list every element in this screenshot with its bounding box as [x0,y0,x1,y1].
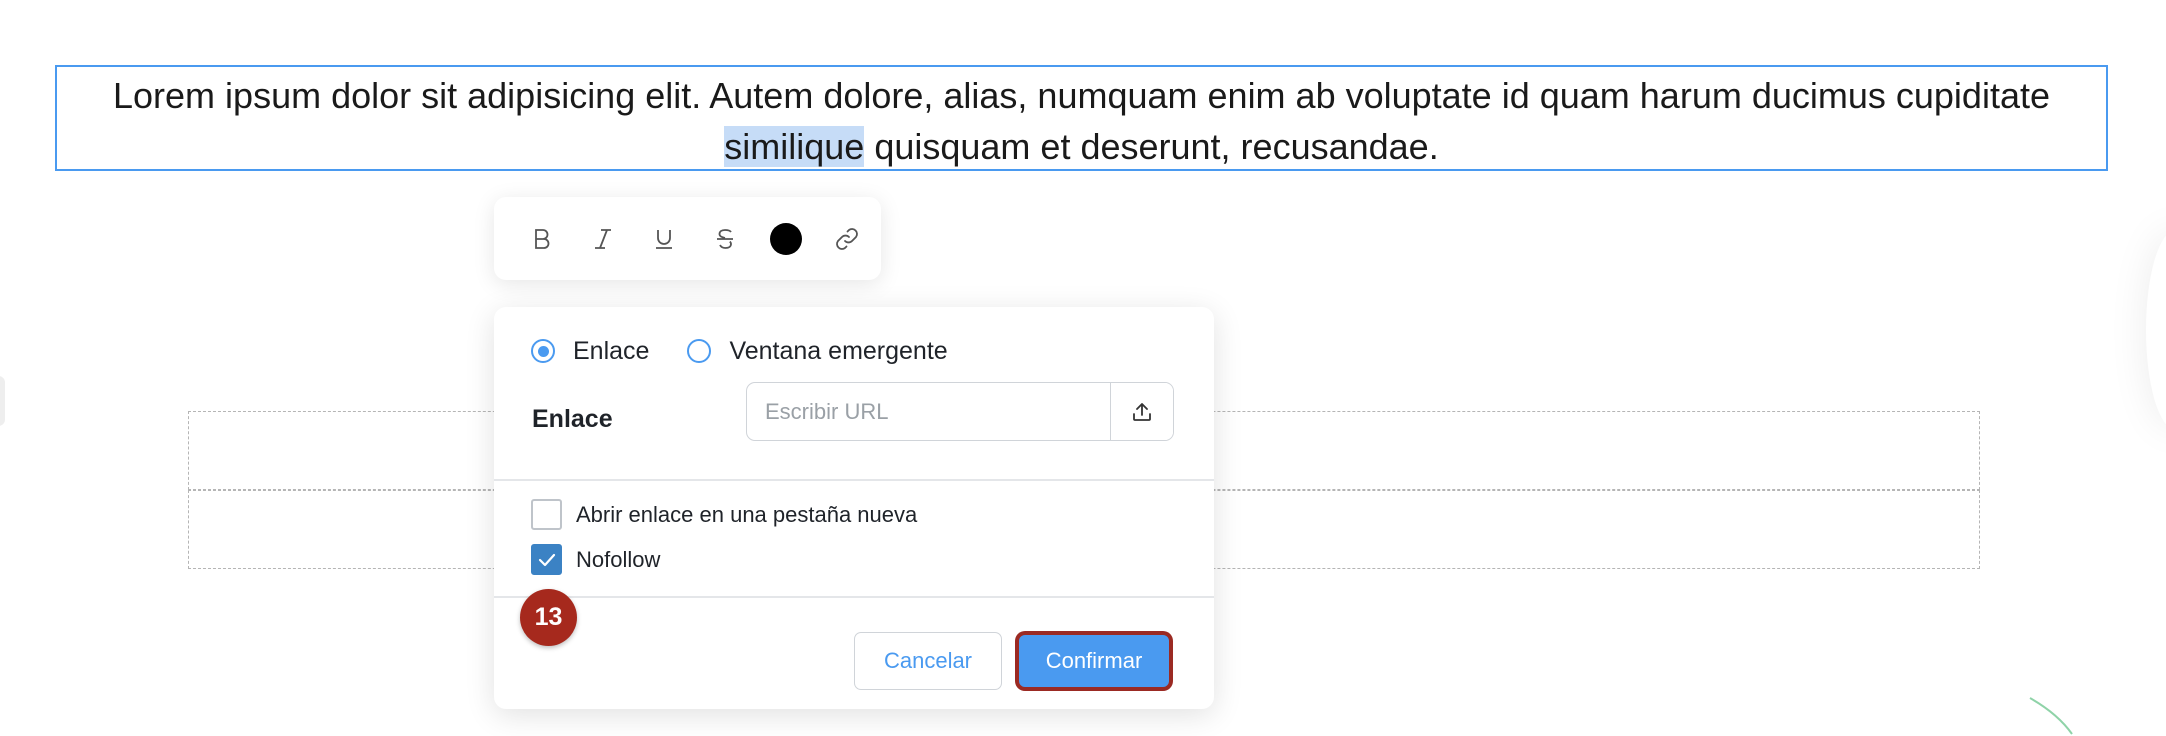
strikethrough-icon[interactable] [704,218,745,259]
nofollow-checkbox[interactable] [531,544,562,575]
url-input[interactable] [747,383,1110,440]
text-block[interactable]: Lorem ipsum dolor sit adipisicing elit. … [55,65,2108,171]
step-badge: 13 [520,589,577,646]
link-type-group: Enlace Ventana emergente [531,329,986,373]
confirm-button[interactable]: Confirmar [1016,632,1172,690]
cancel-button[interactable]: Cancelar [854,632,1002,690]
new-tab-label: Abrir enlace en una pestaña nueva [576,501,918,527]
link-icon[interactable] [826,218,867,259]
decorative-arc [2029,697,2073,735]
side-handle[interactable] [0,376,5,426]
radio-popup-label: Ventana emergente [729,336,948,365]
color-picker[interactable] [765,218,806,259]
check-icon [538,553,555,566]
divider [494,596,1214,598]
format-toolbar [494,197,881,280]
radio-link-label: Enlace [573,336,650,365]
paragraph-text-tail: quisquam et deserunt, recusandae. [864,126,1439,167]
underline-icon[interactable] [643,218,684,259]
text-color-swatch [769,222,802,255]
paragraph-text: Lorem ipsum dolor sit adipisicing elit. … [113,75,2050,116]
side-panel-shadow [2146,230,2166,430]
radio-link[interactable]: Enlace [531,337,649,366]
radio-popup[interactable]: Ventana emergente [687,336,948,366]
upload-icon [1133,402,1151,421]
selected-text[interactable]: similique [724,126,865,167]
radio-popup-indicator[interactable] [687,339,712,363]
divider [494,479,1214,481]
italic-icon[interactable] [582,218,623,259]
link-dialog: Enlace Ventana emergente Enlace Abrir en… [494,307,1214,709]
nofollow-label: Nofollow [576,546,661,572]
new-tab-checkbox[interactable] [531,499,562,530]
option-new-tab[interactable]: Abrir enlace en una pestaña nueva [531,499,917,530]
upload-button[interactable] [1110,383,1173,440]
bold-icon[interactable] [521,218,562,259]
option-nofollow[interactable]: Nofollow [531,544,660,575]
url-field-label: Enlace [532,405,613,433]
url-input-group [746,382,1174,441]
radio-link-indicator[interactable] [531,339,555,363]
